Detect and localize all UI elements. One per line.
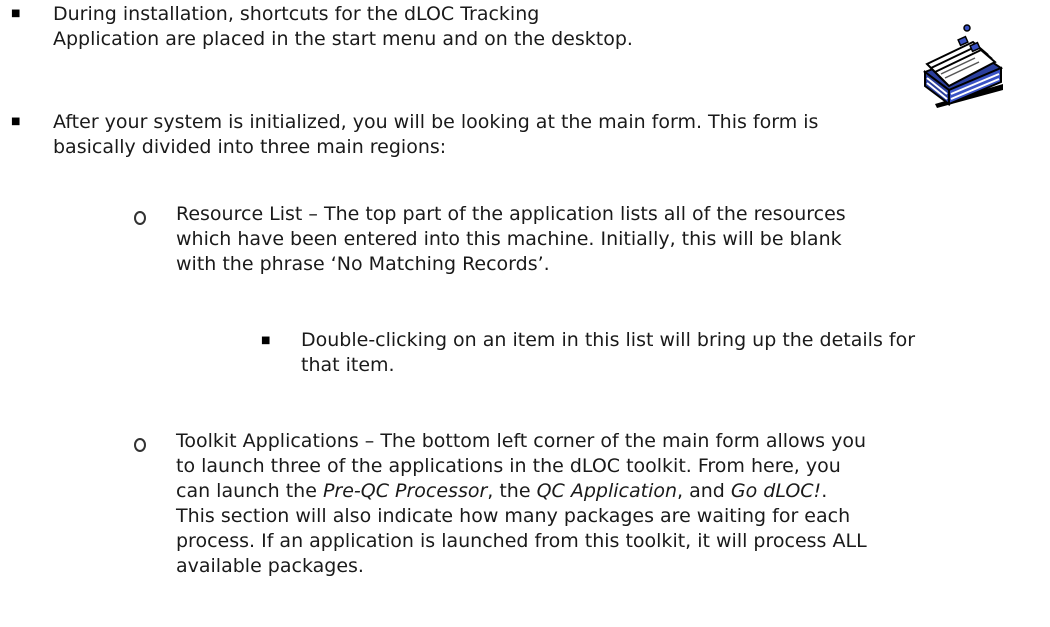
app-pre-qc-processor: Pre-QC Processor xyxy=(322,480,488,502)
double-click-paragraph: Double-clicking on an item in this list … xyxy=(301,328,915,378)
toolkit-line3-mid1: , the xyxy=(487,480,537,502)
toolkit-line3-pre: can launch the xyxy=(176,480,323,502)
toolkit-line1: Toolkit Applications – The bottom left c… xyxy=(176,430,867,452)
double-click-line2: that item. xyxy=(301,354,395,376)
app-go-dloc: Go dLOC! xyxy=(730,480,822,502)
bullet-marker: ■ xyxy=(11,8,21,19)
bullet2-line2: basically divided into three main region… xyxy=(53,136,447,158)
bullet-marker: ■ xyxy=(11,116,21,127)
bullet-marker: ■ xyxy=(261,335,271,346)
resource-list-line2: which have been entered into this machin… xyxy=(176,228,842,250)
toolkit-paragraph: Toolkit Applications – The bottom left c… xyxy=(176,429,867,579)
toolkit-line3-mid2: , and xyxy=(677,480,731,502)
toolkit-line4: This section will also indicate how many… xyxy=(176,505,851,527)
card-file-icon xyxy=(915,24,1007,108)
circle-bullet xyxy=(134,211,146,225)
toolkit-line5: process. If an application is launched f… xyxy=(176,530,867,552)
toolkit-line2: to launch three of the applications in t… xyxy=(176,455,841,477)
resource-list-line3: with the phrase ‘No Matching Records’. xyxy=(176,253,550,275)
toolkit-line3: can launch the Pre-QC Processor, the QC … xyxy=(176,479,867,504)
bullet1-paragraph: During installation, shortcuts for the d… xyxy=(53,2,633,52)
resource-list-line1: Resource List – The top part of the appl… xyxy=(176,203,846,225)
bullet1-line1: During installation, shortcuts for the d… xyxy=(53,3,540,25)
app-qc-application: QC Application xyxy=(536,480,678,502)
resource-list-paragraph: Resource List – The top part of the appl… xyxy=(176,202,846,277)
toolkit-line6: available packages. xyxy=(176,555,364,577)
bullet1-line2: Application are placed in the start menu… xyxy=(53,28,633,50)
bullet2-line1: After your system is initialized, you wi… xyxy=(53,111,819,133)
circle-bullet xyxy=(134,438,146,452)
double-click-line1: Double-clicking on an item in this list … xyxy=(301,329,916,351)
bullet2-paragraph: After your system is initialized, you wi… xyxy=(53,110,818,160)
toolkit-line3-post: . xyxy=(821,480,828,502)
